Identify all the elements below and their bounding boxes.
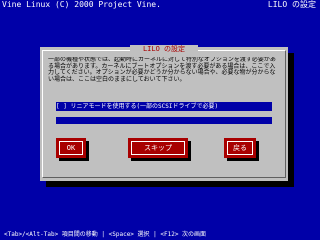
skip-button-label: スキップ [131, 141, 185, 155]
installer-screen: Vine Linux (C) 2000 Project Vine. LILO の… [0, 0, 320, 240]
bottom-help-bar: <Tab>/<Alt-Tab> 項目間の移動 | <Space> 選択 | <F… [0, 230, 320, 240]
ok-button[interactable]: OK [56, 138, 86, 158]
back-button-label: 戻る [227, 141, 253, 155]
dialog-body-text: 一部の機種や状態では、起動時にカーネルに対して特別なオプションを渡す必要がある場… [48, 57, 276, 83]
dialog-title: LILO の設定 [130, 45, 198, 54]
linear-mode-checkbox[interactable]: [ ] リニアモードを使用する(一部のSCSIドライブで必要) [56, 102, 272, 111]
skip-button[interactable]: スキップ [128, 138, 188, 158]
back-button[interactable]: 戻る [224, 138, 256, 158]
copyright-text: Vine Linux (C) 2000 Project Vine. [2, 0, 161, 9]
ok-button-label: OK [59, 141, 83, 155]
boot-options-input[interactable] [56, 117, 272, 124]
screen-label: LILO の設定 [267, 0, 316, 9]
keyboard-hint: <Tab>/<Alt-Tab> 項目間の移動 | <Space> 選択 | <F… [4, 231, 207, 238]
top-bar: Vine Linux (C) 2000 Project Vine. LILO の… [0, 0, 320, 10]
lilo-dialog: LILO の設定 一部の機種や状態では、起動時にカーネルに対して特別なオプション… [40, 45, 288, 181]
